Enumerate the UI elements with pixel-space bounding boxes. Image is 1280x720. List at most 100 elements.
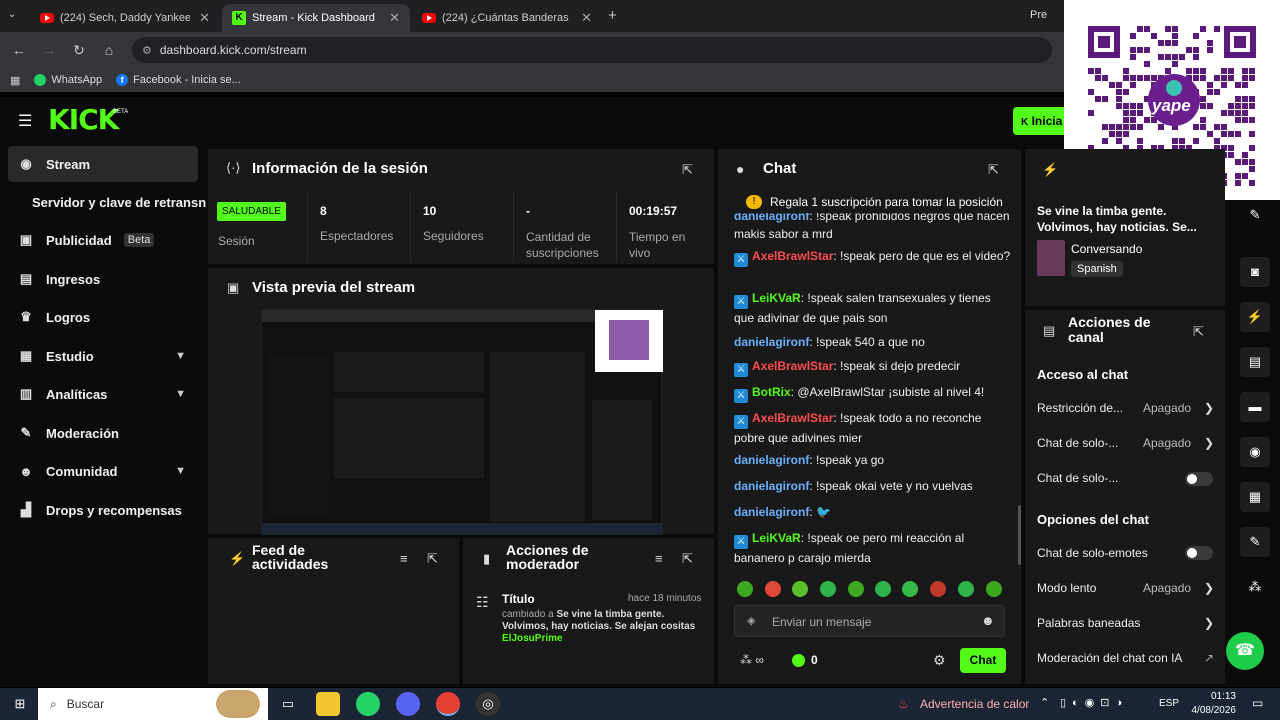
chat-input[interactable]: ◈ Enviar un mensaje ☻: [734, 605, 1005, 637]
stream-video-preview[interactable]: [261, 309, 663, 535]
file-explorer-icon[interactable]: [316, 692, 340, 716]
sidebar-item-community[interactable]: ☻ Comunidad ▼: [8, 453, 198, 489]
bookmark-facebook[interactable]: f Facebook - Inicia se...: [116, 74, 241, 86]
sidebar-item-analytics[interactable]: ▥ Analíticas ▼: [8, 376, 198, 412]
menu-icon[interactable]: ☰: [18, 111, 32, 131]
close-tab-icon[interactable]: ✕: [581, 10, 592, 26]
app-icon[interactable]: [396, 692, 420, 716]
chat-username[interactable]: danielagironf: [734, 479, 809, 493]
filter-icon[interactable]: ≡: [400, 551, 408, 566]
new-tab-button[interactable]: +: [608, 7, 617, 24]
pinned-banner[interactable]: Regala 1 suscripción para tomar la posic…: [770, 195, 1006, 209]
browser-tab-3[interactable]: (224) ¿Cuántas Banderas Conoc ✕: [412, 4, 602, 32]
tray-icons[interactable]: ▯◐◉⊡◑: [1060, 696, 1128, 709]
chrome-icon[interactable]: [436, 692, 460, 716]
tray-chevron-icon[interactable]: ⌃: [1040, 696, 1049, 709]
chevron-right-icon[interactable]: ❯: [1204, 581, 1214, 595]
sidebar-item-moderation[interactable]: ✎ Moderación: [8, 415, 198, 451]
chat-username[interactable]: AxelBrawlStar: [752, 359, 833, 373]
document-icon[interactable]: ▤: [1240, 347, 1270, 377]
chevron-right-icon[interactable]: ❯: [1204, 436, 1214, 450]
emote-icon[interactable]: [765, 581, 781, 597]
chat-only-value[interactable]: Apagado: [1143, 436, 1191, 450]
emoji-icon[interactable]: ☻: [981, 613, 995, 628]
emote-only-toggle[interactable]: [1185, 546, 1213, 560]
chat-icon[interactable]: ▬: [1240, 392, 1270, 422]
broadcast-icon[interactable]: ◉: [1240, 437, 1270, 467]
sidebar-item-ads[interactable]: ▣ Publicidad Beta: [8, 222, 198, 258]
restriction-value[interactable]: Apagado: [1143, 401, 1191, 415]
chevron-right-icon[interactable]: ❯: [1204, 401, 1214, 415]
chat-username[interactable]: danielagironf: [734, 213, 809, 223]
emote-icon[interactable]: [737, 581, 753, 597]
slow-mode-value[interactable]: Apagado: [1143, 581, 1191, 595]
emote-icon[interactable]: [848, 581, 864, 597]
chat-scrollbar[interactable]: [1018, 505, 1021, 565]
sidebar-item-server-key[interactable]: Servidor y clave de retransn: [22, 184, 212, 220]
sidebar-item-studio[interactable]: ▦ Estudio ▼: [8, 338, 198, 374]
chat-username[interactable]: AxelBrawlStar: [752, 249, 833, 263]
pencil-icon[interactable]: ✎: [1240, 200, 1270, 230]
emote-icon[interactable]: [930, 581, 946, 597]
filter-icon[interactable]: ≡: [655, 551, 663, 566]
sidebar-item-drops[interactable]: ▟ Drops y recompensas: [8, 492, 198, 528]
emote-icon[interactable]: [875, 581, 891, 597]
chat-username[interactable]: danielagironf: [734, 453, 809, 467]
emote-icon[interactable]: [902, 581, 918, 597]
wrench-icon[interactable]: ✎: [1240, 527, 1270, 557]
heat-warning-text[interactable]: Advertencia de calor: [920, 697, 1029, 711]
language-indicator[interactable]: ESP: [1159, 698, 1179, 709]
share-icon[interactable]: ⁂: [1240, 572, 1270, 602]
layout-icon[interactable]: ▦: [1240, 482, 1270, 512]
profile-tab[interactable]: Pre: [1030, 9, 1047, 21]
chat-username[interactable]: BotRix: [752, 385, 791, 399]
points-icon[interactable]: ⁂ ∞: [740, 653, 764, 667]
close-tab-icon[interactable]: ✕: [199, 10, 210, 26]
bookmark-whatsapp[interactable]: WhatsApp: [34, 74, 102, 86]
emote-icon[interactable]: [820, 581, 836, 597]
chat-username[interactable]: danielagironf: [734, 505, 809, 519]
chat-username[interactable]: LeiKVaR: [752, 291, 801, 305]
tab-list-chevron-icon[interactable]: ⌄: [8, 9, 16, 20]
camera-icon[interactable]: ◙: [1240, 257, 1270, 287]
notifications-icon[interactable]: ▭: [1252, 696, 1263, 710]
kick-logo[interactable]: KICK: [48, 103, 119, 136]
sidebar-item-achievements[interactable]: ♛ Logros: [8, 299, 198, 335]
home-icon[interactable]: ⌂: [94, 42, 124, 58]
apps-grid-icon[interactable]: ▦: [10, 74, 20, 87]
emote-icon[interactable]: [986, 581, 1002, 597]
send-chat-button[interactable]: Chat: [960, 648, 1006, 673]
expand-icon[interactable]: ⇱: [427, 551, 438, 567]
sidebar-item-stream[interactable]: ◉ Stream: [8, 146, 198, 182]
whatsapp-icon[interactable]: [356, 692, 380, 716]
browser-tab-2[interactable]: K Stream - Kick Dashboard ✕: [222, 4, 410, 32]
expand-icon[interactable]: ⇱: [682, 162, 693, 178]
url-field[interactable]: ⚙ dashboard.kick.com/stream: [132, 37, 1052, 63]
chat-username[interactable]: danielagironf: [734, 335, 809, 349]
bolt-icon[interactable]: ⚡: [1240, 302, 1270, 332]
emote-icon[interactable]: [792, 581, 808, 597]
chevron-right-icon[interactable]: ❯: [1204, 616, 1214, 630]
forward-icon[interactable]: →: [34, 42, 64, 58]
windows-start-icon[interactable]: ⊞: [8, 692, 32, 716]
obs-icon[interactable]: ◎: [476, 692, 500, 716]
close-tab-icon[interactable]: ✕: [389, 10, 400, 26]
support-headset-icon[interactable]: ☎: [1226, 632, 1264, 670]
clock-date[interactable]: 4/08/2026: [1185, 705, 1237, 716]
reload-icon[interactable]: ↻: [64, 42, 94, 59]
taskbar-search[interactable]: ⌕ Buscar: [38, 688, 268, 720]
external-link-icon[interactable]: ↗: [1204, 651, 1214, 665]
mod-entry-user[interactable]: ElJosuPrime: [502, 633, 563, 644]
settings-gear-icon[interactable]: ⚙: [933, 652, 946, 669]
stream-category[interactable]: Conversando: [1071, 242, 1142, 256]
chat-only-toggle[interactable]: [1185, 472, 1213, 486]
expand-icon[interactable]: ⇱: [1193, 324, 1204, 340]
chat-username[interactable]: LeiKVaR: [752, 531, 801, 545]
chat-username[interactable]: AxelBrawlStar: [752, 411, 833, 425]
site-info-icon[interactable]: ⚙: [142, 44, 152, 57]
clock-time[interactable]: 01:13: [1190, 691, 1236, 702]
expand-icon[interactable]: ⇱: [682, 551, 693, 567]
browser-tab-1[interactable]: (224) Sech, Daddy Yankee, J Bal ✕: [30, 4, 220, 32]
expand-icon[interactable]: ⇱: [988, 162, 999, 178]
task-view-icon[interactable]: ▭: [276, 692, 300, 716]
